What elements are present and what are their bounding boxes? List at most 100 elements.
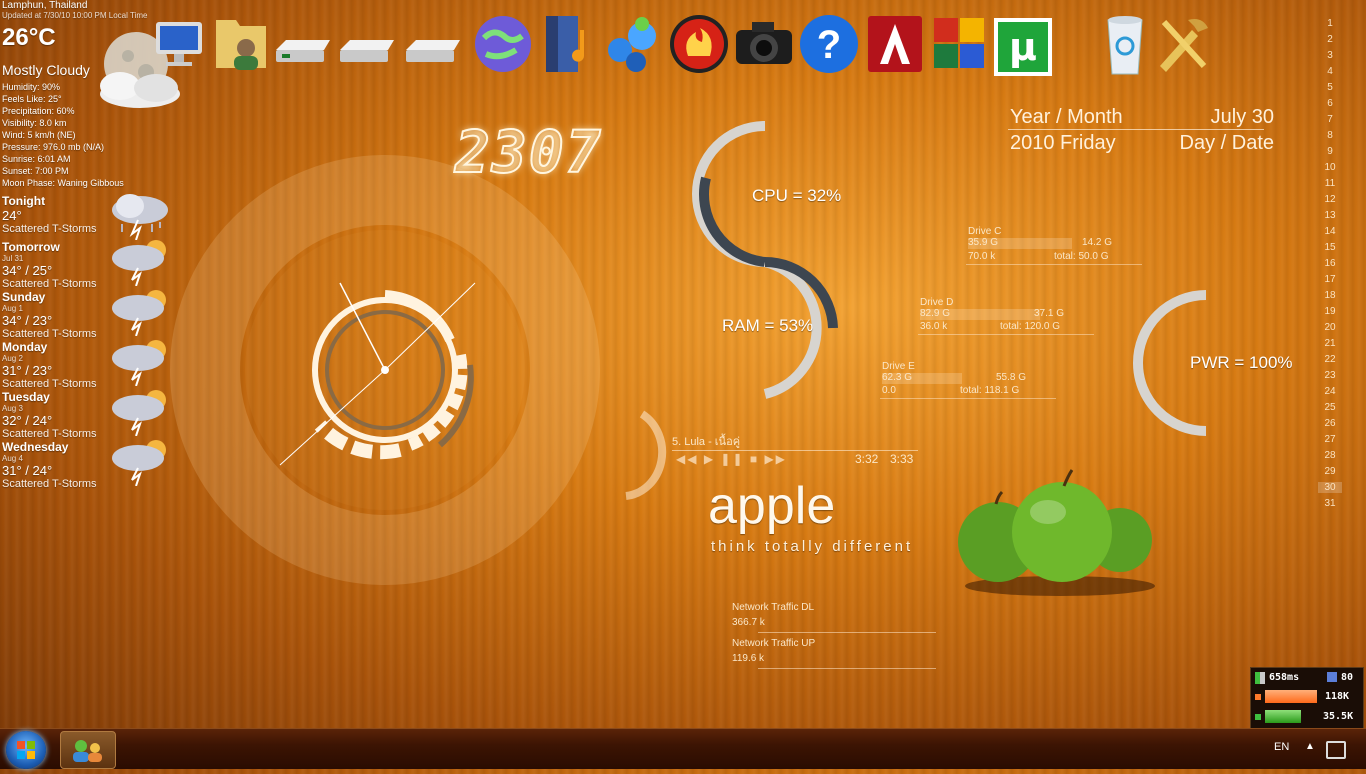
camera-icon[interactable] xyxy=(734,10,796,76)
svg-text:?: ? xyxy=(817,23,841,67)
forecast-day: Tonight 24° Scattered T-Storms xyxy=(2,194,172,242)
drive-icon[interactable] xyxy=(336,10,398,76)
date-widget: Year / Month July 30 2010 Friday Day / D… xyxy=(1008,106,1278,158)
forecast-day: Tomorrow Jul 31 34° / 25° Scattered T-St… xyxy=(2,240,172,290)
pause-button[interactable]: ❚❚ xyxy=(720,452,744,466)
calendar-day[interactable]: 24 xyxy=(1318,386,1342,397)
drive-size: 70.0 k xyxy=(968,251,996,262)
language-indicator[interactable]: EN xyxy=(1274,741,1289,753)
drive-used: 35.9 G xyxy=(968,237,999,248)
calendar-day[interactable]: 18 xyxy=(1318,290,1342,301)
weather-details: Humidity: 90% Feels Like: 25° Precipitat… xyxy=(2,81,124,189)
upload-bar xyxy=(1265,710,1301,723)
calendar-day[interactable]: 19 xyxy=(1318,306,1342,317)
weather-detail: Precipitation: 60% xyxy=(2,106,75,116)
messenger-icon[interactable] xyxy=(602,10,664,76)
rewind-button[interactable]: ◀◀ xyxy=(676,452,698,466)
drive-free: 14.2 G xyxy=(1082,237,1113,248)
calendar-day[interactable]: 23 xyxy=(1318,370,1342,381)
user-folder-icon[interactable] xyxy=(210,10,272,76)
drive-total: total: 50.0 G xyxy=(1054,251,1109,262)
ram-label: RAM = 53% xyxy=(722,316,814,335)
network-tray-icon[interactable] xyxy=(1326,741,1346,759)
calendar-day[interactable]: 26 xyxy=(1318,418,1342,429)
calendar-day[interactable]: 29 xyxy=(1318,466,1342,477)
calendar-day[interactable]: 31 xyxy=(1318,498,1342,509)
calendar-day[interactable]: 20 xyxy=(1318,322,1342,333)
calendar-day[interactable]: 22 xyxy=(1318,354,1342,365)
forward-button[interactable]: ▶▶ xyxy=(764,452,786,466)
calendar-day[interactable]: 25 xyxy=(1318,402,1342,413)
net-count: 80 xyxy=(1341,672,1354,683)
calendar-day[interactable]: 6 xyxy=(1318,98,1342,109)
weather-detail: Moon Phase: Waning Gibbous xyxy=(2,178,124,188)
burner-icon[interactable] xyxy=(668,10,730,76)
start-button[interactable] xyxy=(6,731,46,769)
calendar-day[interactable]: 3 xyxy=(1318,50,1342,61)
brand-title: apple xyxy=(708,477,836,535)
calendar-day[interactable]: 28 xyxy=(1318,450,1342,461)
cpu-label: CPU = 32% xyxy=(752,186,842,205)
drive-e-widget: Drive E 62.3 G 55.8 G 0.0 total: 118.1 G xyxy=(880,361,1056,401)
calendar-day[interactable]: 17 xyxy=(1318,274,1342,285)
taskbar-app-button[interactable] xyxy=(60,731,116,769)
play-button[interactable]: ▶ xyxy=(704,452,715,466)
utorrent-icon[interactable]: µ xyxy=(992,10,1054,76)
calendar-day[interactable]: 10 xyxy=(1318,162,1342,173)
tray-expand-icon[interactable]: ▲ xyxy=(1305,741,1315,752)
drive-c-widget: Drive C 35.9 G 14.2 G 70.0 k total: 50.0… xyxy=(966,226,1142,268)
storm-sun-cloud-icon xyxy=(112,390,166,436)
cpu-ram-meter xyxy=(690,118,860,408)
drive-baseline xyxy=(966,264,1142,265)
player-arc xyxy=(625,410,667,500)
adobe-icon[interactable] xyxy=(864,10,926,76)
drive-baseline xyxy=(880,398,1056,399)
forecast-day: Tuesday Aug 3 32° / 24° Scattered T-Stor… xyxy=(2,390,172,440)
network-globe-icon[interactable] xyxy=(472,10,534,76)
calendar-day[interactable]: 12 xyxy=(1318,194,1342,205)
stop-button[interactable]: ■ xyxy=(750,452,759,466)
analog-clock-dial xyxy=(170,155,600,585)
drive-size: 0.0 xyxy=(882,385,896,396)
storm-cloud-icon xyxy=(112,194,168,240)
office-icon[interactable] xyxy=(928,10,990,76)
calendar-day[interactable]: 27 xyxy=(1318,434,1342,445)
weather-detail: Feels Like: 25° xyxy=(2,94,62,104)
help-icon[interactable]: ? xyxy=(798,10,860,76)
calendar-day[interactable]: 1 xyxy=(1318,18,1342,29)
calendar-day[interactable]: 9 xyxy=(1318,146,1342,157)
calendar-day[interactable]: 7 xyxy=(1318,114,1342,125)
weather-detail: Sunrise: 6:01 AM xyxy=(2,154,71,164)
net-ping: 658ms xyxy=(1269,672,1300,683)
calendar-day[interactable]: 5 xyxy=(1318,82,1342,93)
recycle-bin-icon[interactable] xyxy=(1094,10,1156,76)
calendar-day[interactable]: 4 xyxy=(1318,66,1342,77)
storm-sun-cloud-icon xyxy=(112,440,166,486)
drive-size: 36.0 k xyxy=(920,321,948,332)
users-app-icon xyxy=(73,740,102,762)
windows-logo-icon xyxy=(17,741,35,759)
calendar-day[interactable]: 14 xyxy=(1318,226,1342,237)
drive-used: 82.9 G xyxy=(920,308,951,319)
calendar-day[interactable]: 11 xyxy=(1318,178,1342,189)
calendar-day[interactable]: 8 xyxy=(1318,130,1342,141)
date-row1-left: Year / Month xyxy=(1010,106,1123,128)
drive-free: 37.1 G xyxy=(1034,308,1065,319)
weather-detail: Sunset: 7:00 PM xyxy=(2,166,69,176)
power-label: PWR = 100% xyxy=(1190,353,1293,372)
calendar-day[interactable]: 2 xyxy=(1318,34,1342,45)
calendar-day[interactable]: 30 xyxy=(1318,482,1342,493)
player-elapsed: 3:32 xyxy=(855,452,879,466)
drive-name: Drive E xyxy=(882,361,915,372)
calendar-day[interactable]: 16 xyxy=(1318,258,1342,269)
music-folder-icon[interactable] xyxy=(540,10,602,76)
calendar-day[interactable]: 21 xyxy=(1318,338,1342,349)
drive-icon[interactable] xyxy=(402,10,464,76)
calendar-day[interactable]: 15 xyxy=(1318,242,1342,253)
tools-icon[interactable] xyxy=(1152,10,1214,76)
drive-free: 55.8 G xyxy=(996,372,1027,383)
calendar-day[interactable]: 13 xyxy=(1318,210,1342,221)
drive-icon[interactable] xyxy=(272,10,334,76)
weather-condition: Mostly Cloudy xyxy=(2,62,90,78)
computer-icon[interactable] xyxy=(148,10,210,76)
